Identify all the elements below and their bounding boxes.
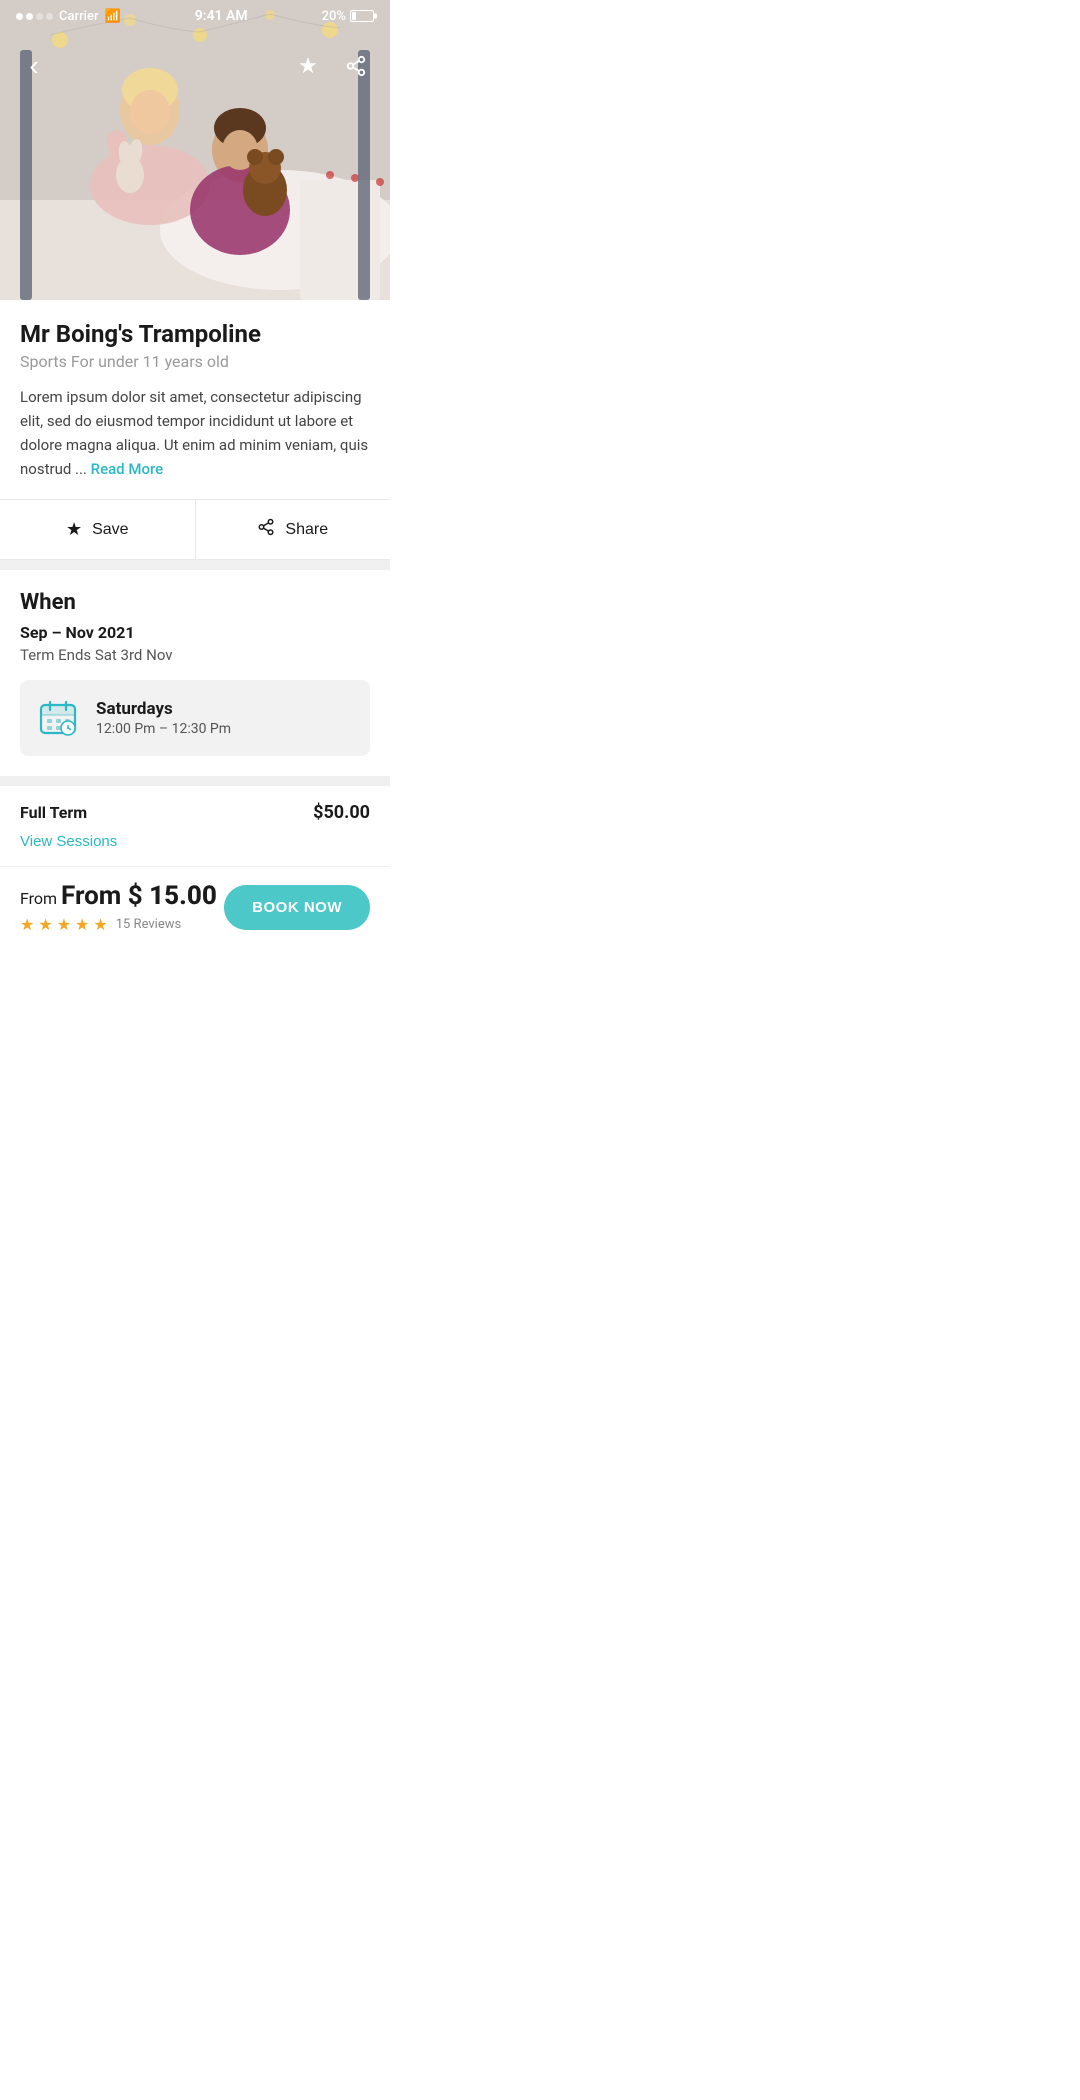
main-content: Mr Boing's Trampoline Sports For under 1… — [0, 300, 390, 560]
battery-percent: 20% — [322, 9, 346, 24]
book-now-button[interactable]: BOOK NOW — [224, 885, 370, 930]
share-icon — [257, 518, 275, 541]
price-from: From From $ 15.00 ★ ★ ★ ★ ★ 15 Reviews — [20, 881, 217, 934]
section-divider-2 — [0, 776, 390, 786]
signal-dots — [16, 13, 53, 20]
save-label: Save — [92, 521, 128, 539]
view-sessions-button[interactable]: View Sessions — [0, 833, 137, 866]
term-ends: Term Ends Sat 3rd Nov — [20, 646, 370, 664]
read-more-button[interactable]: Read More — [91, 460, 164, 478]
signal-dot-4 — [46, 13, 53, 20]
share-label: Share — [285, 521, 328, 539]
bookmark-button[interactable]: ★ — [290, 48, 326, 84]
pricing-label: Full Term — [20, 803, 87, 822]
when-title: When — [20, 590, 370, 615]
page-container: Carrier 📶 9:41 AM 20% ‹ ★ — [0, 0, 390, 954]
star-4: ★ — [75, 915, 89, 934]
venue-title: Mr Boing's Trampoline — [20, 320, 370, 348]
star-1: ★ — [20, 915, 34, 934]
status-time: 9:41 AM — [195, 8, 248, 24]
schedule-info: Saturdays 12:00 Pm – 12:30 Pm — [96, 699, 231, 737]
action-bar: ★ Save Share — [0, 499, 390, 560]
price-value: From $ 15.00 — [61, 881, 217, 911]
pricing-row: Full Term $50.00 — [0, 786, 390, 831]
from-label: From From $ 15.00 — [20, 881, 217, 911]
nav-right-buttons: ★ — [290, 48, 374, 84]
venue-description: Lorem ipsum dolor sit amet, consectetur … — [20, 385, 370, 481]
calendar-clock-icon — [38, 698, 78, 738]
signal-dot-3 — [36, 13, 43, 20]
date-range: Sep – Nov 2021 — [20, 623, 370, 642]
star-3: ★ — [57, 915, 71, 934]
save-action-button[interactable]: ★ Save — [0, 500, 196, 559]
status-bar: Carrier 📶 9:41 AM 20% — [0, 0, 390, 28]
calendar-icon-wrap — [36, 696, 80, 740]
signal-dot-1 — [16, 13, 23, 20]
when-section: When Sep – Nov 2021 Term Ends Sat 3rd No… — [0, 570, 390, 776]
pricing-amount: $50.00 — [313, 802, 370, 823]
bottom-bar: From From $ 15.00 ★ ★ ★ ★ ★ 15 Reviews B… — [0, 866, 390, 954]
venue-subtitle: Sports For under 11 years old — [20, 352, 370, 371]
hero-image-area: Carrier 📶 9:41 AM 20% ‹ ★ — [0, 0, 390, 300]
wifi-icon: 📶 — [105, 9, 121, 24]
battery-icon — [350, 10, 374, 22]
battery-fill — [352, 12, 356, 20]
carrier-label: Carrier — [59, 9, 99, 24]
star-5: ★ — [93, 915, 107, 934]
section-divider-1 — [0, 560, 390, 570]
back-button[interactable]: ‹ — [16, 48, 52, 84]
share-button[interactable] — [338, 48, 374, 84]
share-action-button[interactable]: Share — [196, 500, 391, 559]
star-icon: ★ — [66, 519, 82, 540]
schedule-day: Saturdays — [96, 699, 231, 719]
schedule-card: Saturdays 12:00 Pm – 12:30 Pm — [20, 680, 370, 756]
reviews-count: 15 Reviews — [116, 917, 182, 932]
schedule-time: 12:00 Pm – 12:30 Pm — [96, 721, 231, 737]
stars-row: ★ ★ ★ ★ ★ 15 Reviews — [20, 915, 217, 934]
star-2: ★ — [38, 915, 52, 934]
status-left: Carrier 📶 — [16, 9, 121, 24]
signal-dot-2 — [26, 13, 33, 20]
status-right: 20% — [322, 9, 374, 24]
